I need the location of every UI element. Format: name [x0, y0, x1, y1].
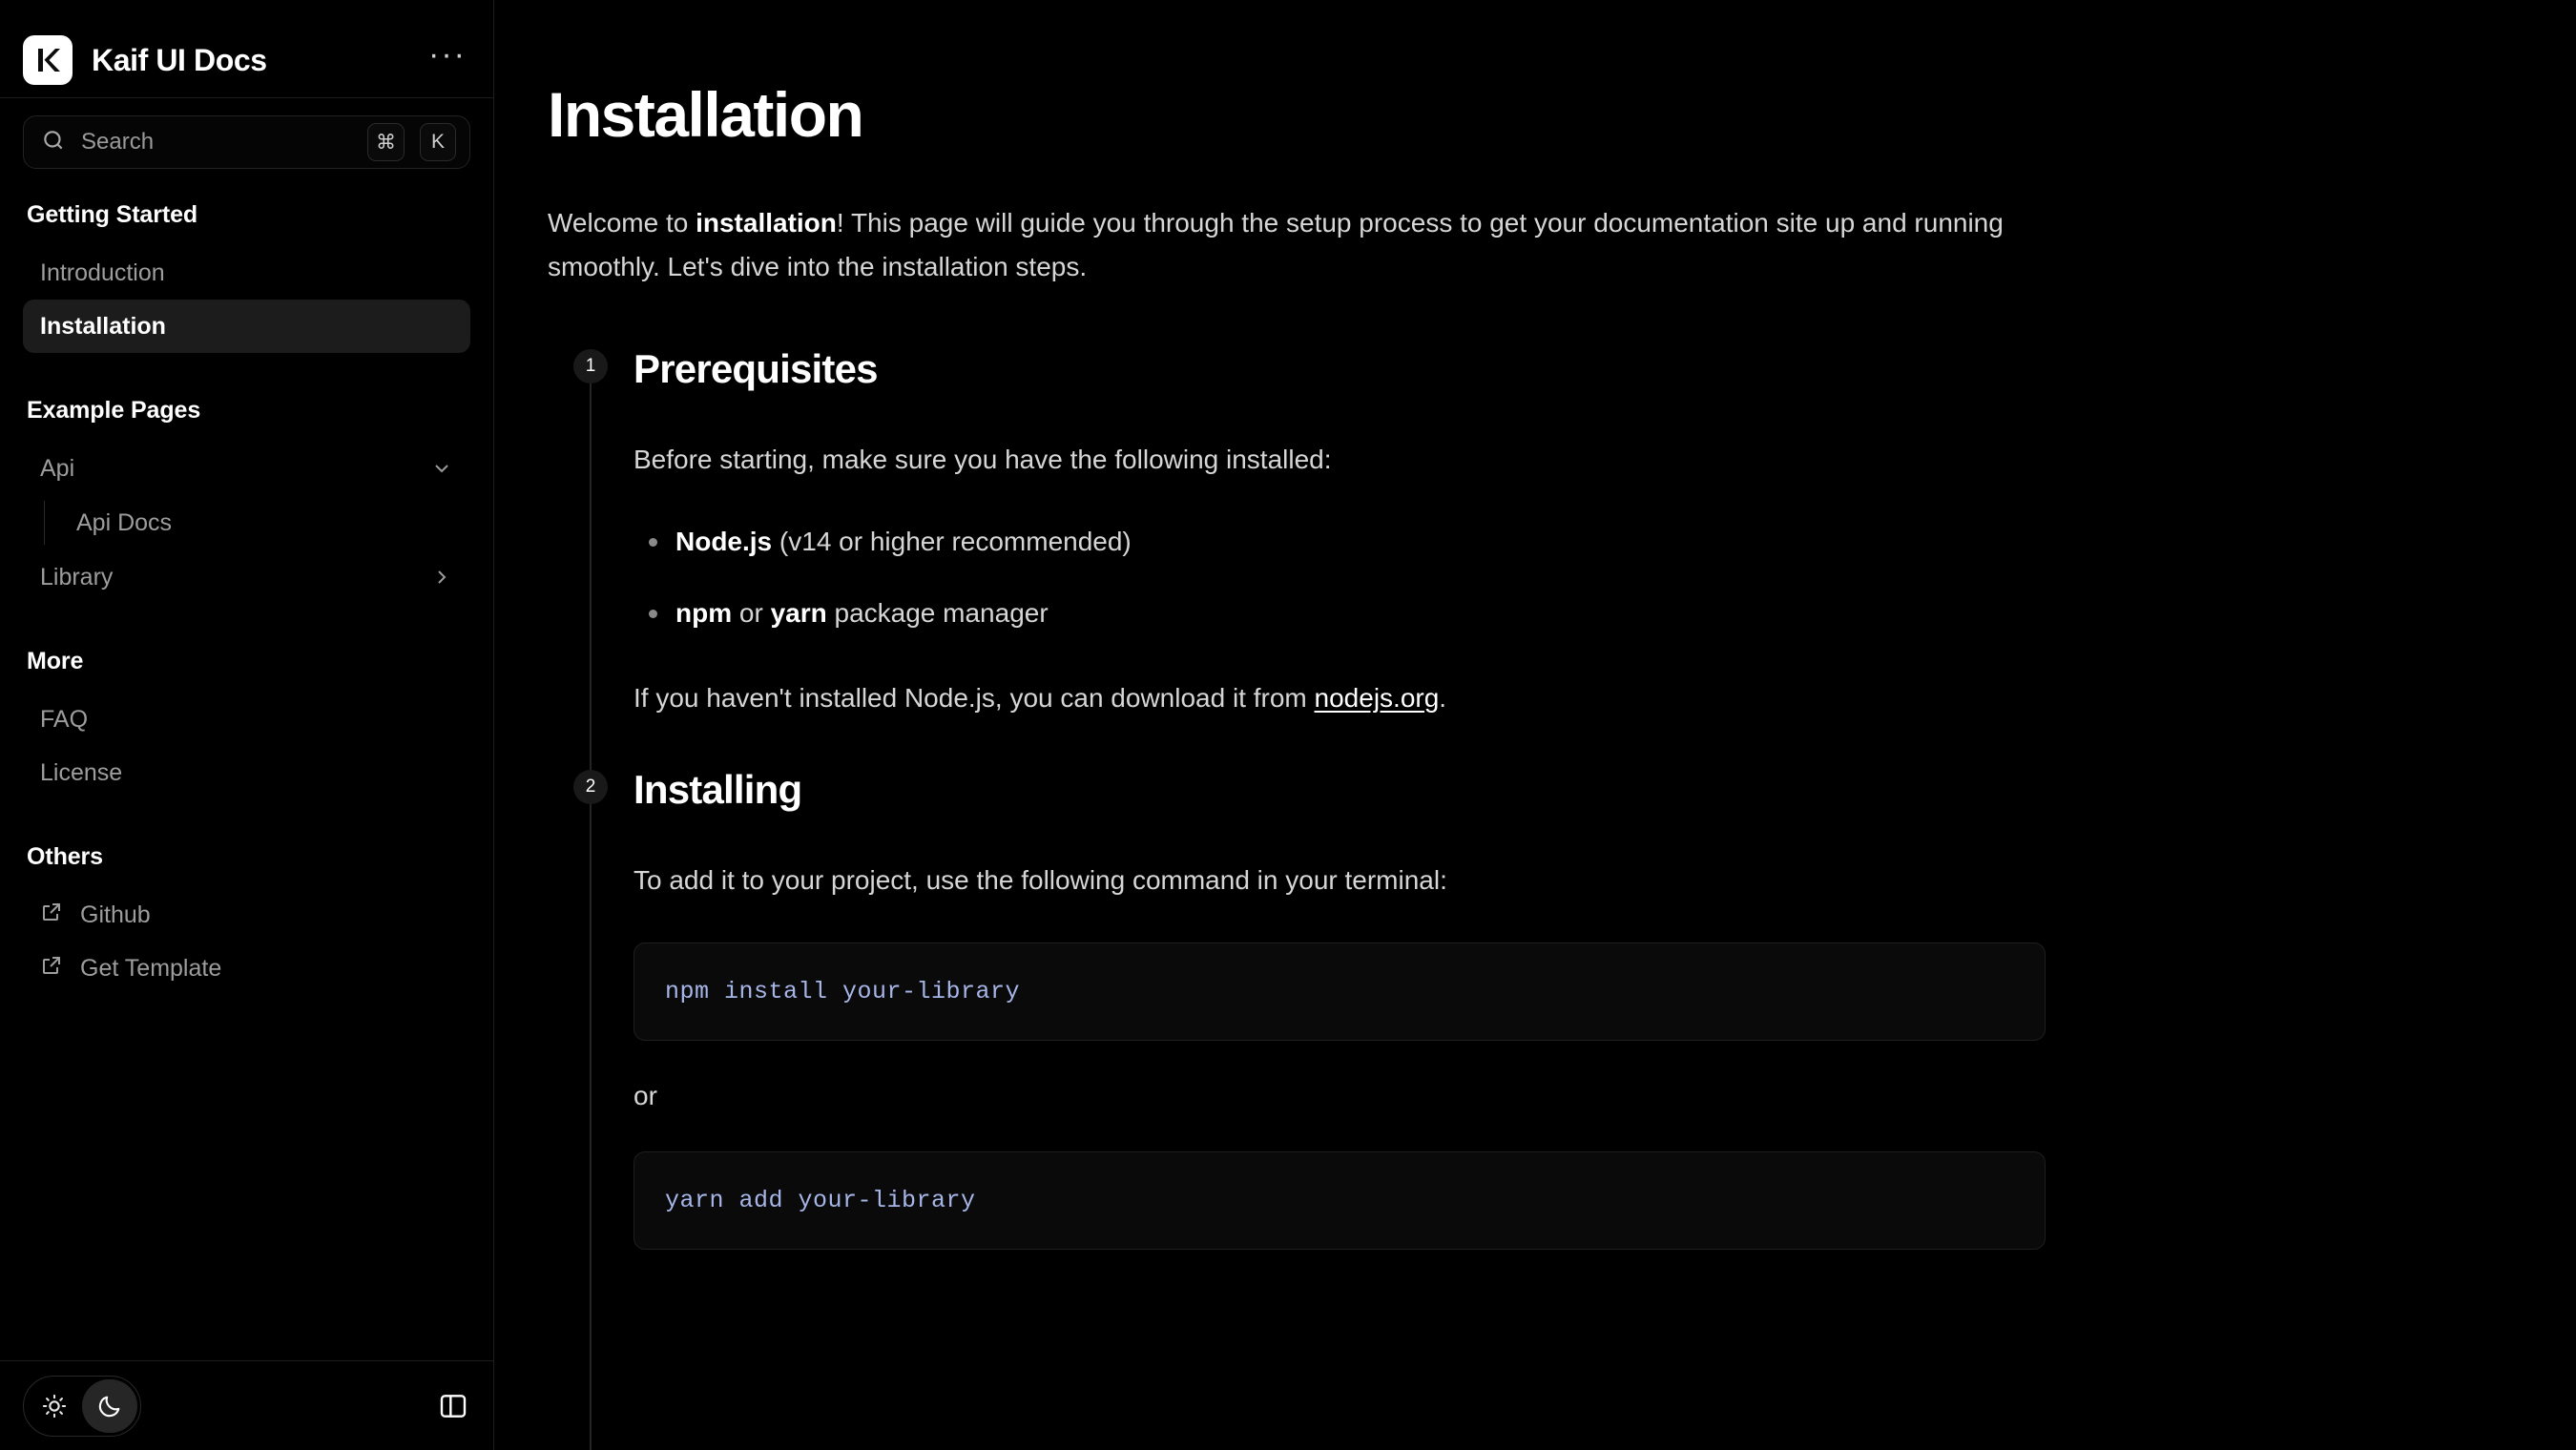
chevron-down-icon[interactable] — [430, 457, 453, 480]
code-text: npm install your-library — [665, 977, 1021, 1005]
chevron-right-icon[interactable] — [430, 566, 453, 589]
prerequisites-list: Node.js (v14 or higher recommended) npm … — [634, 521, 2036, 635]
step-intro: To add it to your project, use the follo… — [634, 864, 1447, 895]
kbd-key: K — [420, 123, 456, 161]
sidebar-nav: Getting Started Introduction Installatio… — [0, 169, 493, 1360]
kaif-logo-icon[interactable] — [23, 35, 73, 85]
external-link-icon — [40, 901, 63, 930]
search-input[interactable]: Search ⌘ K — [23, 115, 470, 169]
sidebar-header: Kaif UI Docs ··· — [0, 0, 493, 92]
lead-before: Welcome to — [548, 208, 696, 238]
sidebar-item-label: License — [40, 758, 123, 786]
sidebar-item-label: Library — [40, 563, 114, 590]
moon-icon[interactable] — [82, 1378, 137, 1433]
step-installing: 2 Installing To add it to your project, … — [548, 766, 2046, 1450]
page-title: Installation — [548, 79, 864, 150]
sidebar-subitems-api: Api Docs — [44, 497, 470, 549]
step-prerequisites: 1 Prerequisites Before starting, make su… — [548, 345, 2036, 817]
nodejs-link[interactable]: nodejs.org — [1315, 683, 1440, 713]
sidebar-item-api[interactable]: Api — [23, 442, 470, 495]
code-text: yarn add your-library — [665, 1186, 976, 1214]
step-title: Installing — [634, 766, 802, 812]
list-item-bold-2: yarn — [770, 598, 827, 629]
nav-group-example-pages: Example Pages Api Api Docs Library — [23, 397, 470, 604]
step-number-badge: 2 — [573, 769, 608, 804]
steps-list: 1 Prerequisites Before starting, make su… — [548, 345, 2046, 1450]
nav-group-title: Getting Started — [27, 201, 198, 228]
main-content: Installation Welcome to installation! Th… — [494, 0, 2576, 1450]
code-block-yarn[interactable]: yarn add your-library — [634, 1150, 2046, 1250]
app-root: Kaif UI Docs ··· Search ⌘ K Getting Star… — [0, 0, 2576, 1450]
sidebar: Kaif UI Docs ··· Search ⌘ K Getting Star… — [0, 0, 494, 1450]
nav-group-more: More FAQ License — [23, 648, 470, 799]
sidebar-toggle-icon[interactable] — [438, 1391, 468, 1421]
sun-icon[interactable] — [27, 1379, 82, 1433]
external-link-icon — [40, 954, 63, 984]
sidebar-item-installation[interactable]: Installation — [23, 300, 470, 353]
sidebar-item-faq[interactable]: FAQ — [23, 693, 470, 746]
sidebar-item-introduction[interactable]: Introduction — [23, 246, 470, 300]
step-number-badge: 1 — [573, 348, 608, 383]
list-item-rest: (v14 or higher recommended) — [772, 527, 1132, 557]
nav-group-getting-started: Getting Started Introduction Installatio… — [23, 201, 470, 353]
document-body: Installation Welcome to installation! Th… — [548, 79, 2046, 1450]
search-icon — [41, 128, 66, 157]
list-item: Node.js (v14 or higher recommended) — [634, 521, 2036, 564]
sidebar-item-label: Introduction — [40, 259, 165, 286]
sidebar-item-label: Get Template — [80, 954, 222, 982]
theme-toggle[interactable] — [23, 1375, 141, 1437]
step-title: Prerequisites — [634, 345, 879, 391]
code-block-npm[interactable]: npm install your-library — [634, 942, 2046, 1041]
brand-title: Kaif UI Docs — [92, 42, 267, 77]
nav-group-title: Others — [27, 843, 103, 870]
sidebar-item-github[interactable]: Github — [23, 888, 470, 942]
kbd-modifier: ⌘ — [367, 123, 405, 161]
sidebar-item-label: Installation — [40, 312, 166, 340]
nav-group-others: Others Github Get Template — [23, 843, 470, 995]
nav-group-title: More — [27, 648, 84, 674]
search-placeholder: Search — [81, 129, 155, 155]
page-lead: Welcome to installation! This page will … — [548, 201, 2036, 289]
lead-bold: installation — [696, 208, 837, 238]
list-item-rest: package manager — [826, 598, 1049, 629]
list-item-bold: Node.js — [675, 527, 773, 557]
step-intro: Before starting, make sure you have the … — [634, 444, 1332, 474]
list-item-mid: or — [732, 598, 771, 629]
outro-before: If you haven't installed Node.js, you ca… — [634, 683, 1315, 714]
sidebar-item-label: Github — [80, 901, 151, 928]
list-item-bold: npm — [675, 598, 733, 629]
sidebar-item-license[interactable]: License — [23, 746, 470, 799]
sidebar-item-api-docs[interactable]: Api Docs — [73, 497, 470, 549]
list-item: npm or yarn package manager — [634, 592, 2036, 635]
step-outro: If you haven't installed Node.js, you ca… — [634, 677, 2036, 720]
sidebar-footer — [0, 1360, 493, 1450]
search-container: Search ⌘ K — [0, 98, 493, 169]
sidebar-item-label: Api Docs — [76, 508, 173, 536]
sidebar-item-label: Api — [40, 454, 75, 482]
outro-after: . — [1439, 683, 1447, 714]
ellipsis-icon[interactable]: ··· — [428, 38, 467, 71]
nav-group-title: Example Pages — [27, 397, 201, 424]
sidebar-item-library[interactable]: Library — [23, 550, 470, 604]
sidebar-item-label: FAQ — [40, 705, 89, 733]
sidebar-item-get-template[interactable]: Get Template — [23, 942, 470, 995]
or-separator: or — [634, 1080, 657, 1110]
